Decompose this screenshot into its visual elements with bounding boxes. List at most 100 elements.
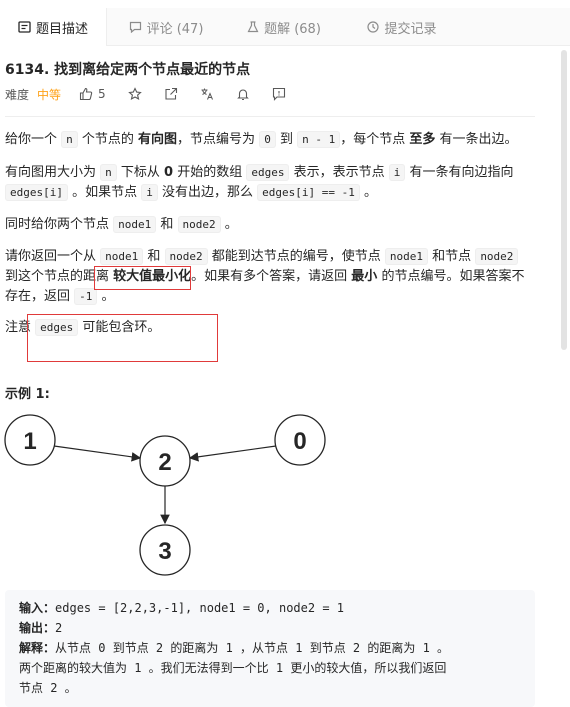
- inline-code: i: [141, 184, 158, 201]
- inline-code: edges[i] == -1: [257, 184, 360, 201]
- inline-code: edges[i]: [5, 184, 68, 201]
- node-label: 3: [158, 538, 171, 565]
- description-paragraph-2: 有向图用大小为 n 下标从 0 开始的数组 edges 表示，表示节点 i 有一…: [5, 163, 535, 203]
- text: ，每个节点: [340, 132, 410, 147]
- text: 。: [359, 185, 377, 200]
- bold-text: 0: [164, 165, 174, 180]
- graph-node: 0: [274, 414, 326, 466]
- bold-text: 有向图: [138, 132, 178, 147]
- bold-text: 最小: [351, 269, 378, 284]
- feedback-icon: [272, 87, 285, 101]
- inline-code: edges: [246, 164, 290, 181]
- text: 请你返回一个从: [5, 249, 101, 264]
- text: 有一条出边。: [435, 132, 518, 147]
- text: ，节点编号为: [177, 132, 260, 147]
- tab-comments[interactable]: 评论 (47): [107, 8, 225, 46]
- inline-code: n: [100, 164, 117, 181]
- inline-code: node2: [164, 248, 208, 265]
- text: 没有出边，那么: [157, 185, 258, 200]
- graph-node: 3: [139, 524, 191, 576]
- highlight-box: [27, 314, 218, 362]
- graph-node: 1: [4, 414, 56, 466]
- inline-code: node2: [177, 216, 221, 233]
- scrollbar[interactable]: [561, 50, 567, 350]
- text: 个节点的: [77, 132, 139, 147]
- divider: [5, 116, 535, 117]
- text: 同时给你两个节点: [5, 217, 114, 232]
- text: 有一条有向边指向: [405, 165, 514, 180]
- translate-icon: [201, 88, 213, 100]
- text: 到: [275, 132, 298, 147]
- inline-code: node2: [475, 248, 519, 265]
- tab-label: 提交记录: [384, 21, 437, 37]
- share-button[interactable]: [164, 87, 178, 101]
- tab-label: 题解 (68): [264, 21, 321, 37]
- tab-solutions[interactable]: 题解 (68): [225, 8, 343, 46]
- example-io-box: 输入：edges = [2,2,3,-1], node1 = 0, node2 …: [5, 590, 535, 707]
- flask-icon: [247, 21, 259, 33]
- difficulty-label: 难度: [5, 87, 30, 102]
- inline-code: node1: [384, 248, 429, 265]
- input-value: edges = [2,2,3,-1], node1 = 0, node2 = 1: [55, 601, 344, 615]
- output-value: 2: [55, 621, 63, 635]
- graph-node: 2: [139, 435, 191, 487]
- explain-label: 解释：: [19, 641, 56, 655]
- edge-1-to-2: [53, 445, 142, 462]
- inline-code: n - 1: [297, 131, 341, 148]
- input-label: 输入：: [19, 601, 56, 615]
- tab-label: 评论 (47): [146, 21, 204, 37]
- node-label: 1: [23, 428, 36, 455]
- translate-button[interactable]: [200, 87, 214, 101]
- thumbs-up-icon: [79, 87, 93, 101]
- description-paragraph-3: 同时给你两个节点 node1 和 node2 。: [5, 215, 535, 235]
- comment-icon: [129, 21, 141, 33]
- text: 。: [97, 289, 115, 304]
- text: 表示，表示节点: [289, 165, 389, 180]
- example-output-line: 输出：2: [19, 618, 521, 638]
- inline-code: n: [61, 131, 78, 148]
- text: 和: [143, 249, 165, 264]
- example-input-line: 输入：edges = [2,2,3,-1], node1 = 0, node2 …: [19, 598, 521, 618]
- like-button[interactable]: 5: [79, 87, 106, 101]
- star-icon: [127, 87, 142, 100]
- problem-tabs: 题目描述 评论 (47) 题解 (68) 提交记录: [0, 8, 570, 46]
- description-paragraph-4: 请你返回一个从 node1 和 node2 都能到达节点的编号，使节点 node…: [5, 247, 535, 307]
- tab-description[interactable]: 题目描述: [0, 8, 107, 46]
- text: 给你一个: [5, 132, 62, 147]
- like-count: 5: [98, 87, 106, 101]
- favorite-button[interactable]: [127, 87, 142, 101]
- text: 和: [156, 217, 178, 232]
- inline-code: i: [388, 164, 406, 181]
- node-label: 2: [158, 449, 171, 476]
- problem-meta: 难度 中等 5: [5, 85, 286, 103]
- inline-code: node1: [100, 248, 144, 265]
- problem-title: 6134. 找到离给定两个节点最近的节点: [5, 62, 251, 78]
- example-graph: 1 2 0 3: [4, 414, 326, 576]
- text: 开始的数组: [173, 165, 247, 180]
- clock-icon: [367, 21, 380, 33]
- output-label: 输出：: [19, 621, 56, 635]
- explain-text: 从节点 0 到节点 2 的距离为 1 ，从节点 1 到节点 2 的距离为 1 。: [55, 641, 450, 655]
- document-icon: [18, 21, 31, 33]
- description-paragraph-1: 给你一个 n 个节点的 有向图，节点编号为 0 到 n - 1 ，每个节点 至多 …: [5, 130, 535, 150]
- tab-label: 题目描述: [35, 21, 88, 37]
- bold-text: 至多: [409, 132, 436, 147]
- inline-code: node1: [113, 216, 157, 233]
- notify-button[interactable]: [236, 87, 250, 101]
- text: 下标从: [116, 165, 165, 180]
- text: 有向图用大小为: [5, 165, 101, 180]
- inline-code: 0: [259, 131, 276, 148]
- tab-submissions[interactable]: 提交记录: [343, 8, 461, 46]
- text: 都能到达节点的编号，使节点: [207, 249, 385, 264]
- text: 。如果节点: [67, 185, 142, 200]
- text: 。: [220, 217, 238, 232]
- example-explanation-line: 解释：从节点 0 到节点 2 的距离为 1 ，从节点 1 到节点 2 的距离为 …: [19, 638, 521, 658]
- example-explanation-line: 节点 2 。: [19, 681, 77, 695]
- text: 。如果有多个答案，请返回: [191, 269, 352, 284]
- feedback-button[interactable]: [272, 87, 286, 101]
- share-icon: [165, 87, 177, 100]
- example-explanation-line: 两个距离的较大值为 1 。我们无法得到一个比 1 更小的较大值，所以我们返回: [19, 661, 447, 675]
- inline-code: -1: [74, 288, 98, 305]
- example-title: 示例 1:: [5, 387, 50, 402]
- edge-0-to-2: [188, 445, 277, 462]
